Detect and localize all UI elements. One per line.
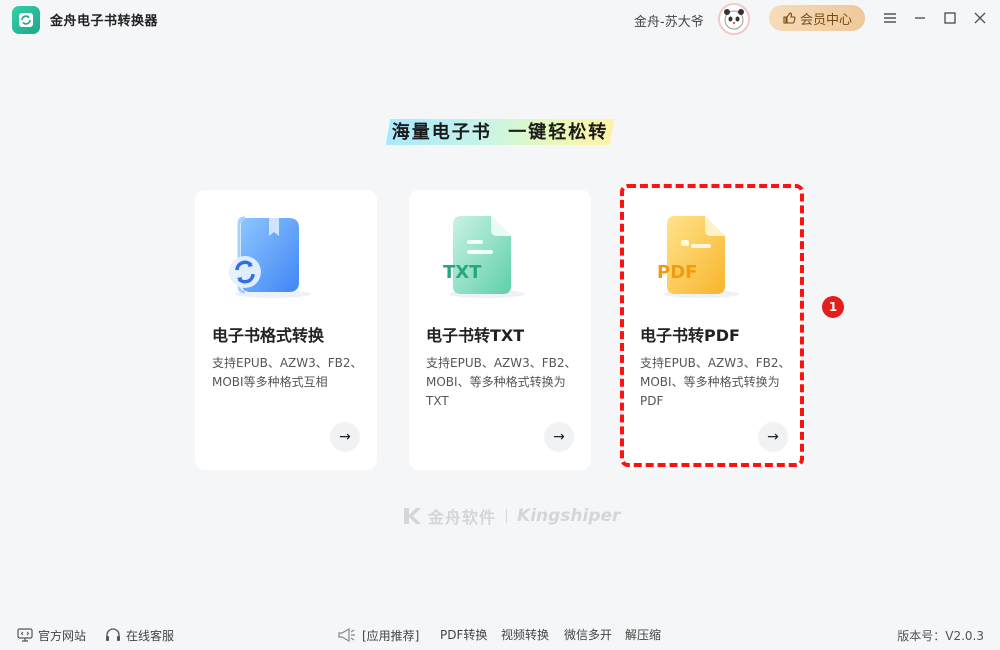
- vip-center-button[interactable]: 会员中心: [769, 5, 865, 31]
- card-arrow-button[interactable]: →: [544, 422, 574, 452]
- card-title: 电子书转PDF: [640, 326, 740, 345]
- maximize-button[interactable]: [942, 10, 958, 26]
- annotation-step-badge: 1: [822, 296, 844, 318]
- brand-name-en: Kingshiper: [517, 506, 621, 526]
- version-label: 版本号：V2.0.3: [897, 629, 984, 643]
- vip-center-label: 会员中心: [799, 12, 852, 28]
- app-logo-icon: [12, 6, 40, 34]
- footer-link-pdf-convert[interactable]: PDF转换: [440, 626, 487, 643]
- slogan-text: 海量电子书 一键轻松转: [391, 122, 609, 143]
- thumbs-up-icon: [783, 12, 796, 24]
- ebook-convert-icon: [217, 210, 317, 300]
- card-arrow-button[interactable]: →: [330, 422, 360, 452]
- txt-file-icon: TXT: [431, 210, 531, 300]
- online-support-label: 在线客服: [126, 628, 175, 643]
- card-ebook-to-txt[interactable]: TXT 电子书转TXT 支持EPUB、AZW3、FB2、MOBI、等多种格式转换…: [409, 190, 591, 470]
- brand-name-cn: 金舟软件: [428, 508, 497, 527]
- online-support-link[interactable]: 在线客服: [105, 626, 174, 644]
- app-title: 金舟电子书转换器: [50, 14, 159, 29]
- title-bar: 金舟电子书转换器 金舟-苏大爷 会员中心: [0, 0, 1000, 38]
- avatar[interactable]: [718, 3, 750, 35]
- app-recommend-label: [应用推荐]: [362, 628, 420, 643]
- username[interactable]: 金舟-苏大爷: [634, 11, 704, 30]
- arrow-right-icon: →: [553, 429, 565, 445]
- footer-link-video-convert[interactable]: 视频转换: [501, 626, 549, 643]
- panda-avatar-icon: [724, 9, 744, 30]
- arrow-right-icon: →: [767, 429, 779, 445]
- official-website-link[interactable]: 官方网站: [17, 626, 86, 644]
- megaphone-icon: [338, 627, 355, 643]
- close-button[interactable]: [972, 10, 988, 26]
- official-website-label: 官方网站: [38, 628, 87, 643]
- minimize-button[interactable]: [912, 10, 928, 26]
- hamburger-menu-icon: [884, 13, 896, 23]
- maximize-icon: [944, 12, 956, 24]
- footer-link-wechat-multi[interactable]: 微信多开: [564, 626, 612, 643]
- card-description: 支持EPUB、AZW3、FB2、MOBI、等多种格式转换为PDF: [640, 356, 791, 408]
- arrow-right-icon: →: [339, 429, 351, 445]
- pdf-label-text: PDF: [657, 262, 697, 283]
- card-ebook-to-pdf[interactable]: PDF 电子书转PDF 支持EPUB、AZW3、FB2、MOBI、等多种格式转换…: [623, 190, 805, 470]
- close-icon: [974, 12, 986, 24]
- app-recommend: [应用推荐]: [337, 626, 419, 644]
- menu-button[interactable]: [882, 10, 898, 26]
- monitor-icon: [17, 628, 33, 642]
- txt-label-text: TXT: [443, 262, 482, 283]
- minimize-icon: [915, 17, 925, 19]
- headset-icon: [106, 627, 120, 641]
- brand-watermark: 金舟软件 Kingshiper: [402, 504, 620, 528]
- card-title: 电子书转TXT: [426, 326, 525, 345]
- kingshiper-logo-icon: [404, 508, 421, 524]
- footer-link-unzip[interactable]: 解压缩: [625, 626, 661, 643]
- card-ebook-format-convert[interactable]: 电子书格式转换 支持EPUB、AZW3、FB2、MOBI等多种格式互相 →: [195, 190, 377, 470]
- card-description: 支持EPUB、AZW3、FB2、MOBI、等多种格式转换为TXT: [426, 356, 577, 408]
- card-title: 电子书格式转换: [212, 326, 325, 345]
- brand-separator: [506, 509, 508, 523]
- pdf-file-icon: PDF: [645, 210, 745, 300]
- card-description: 支持EPUB、AZW3、FB2、MOBI等多种格式互相: [212, 356, 363, 389]
- card-arrow-button[interactable]: →: [758, 422, 788, 452]
